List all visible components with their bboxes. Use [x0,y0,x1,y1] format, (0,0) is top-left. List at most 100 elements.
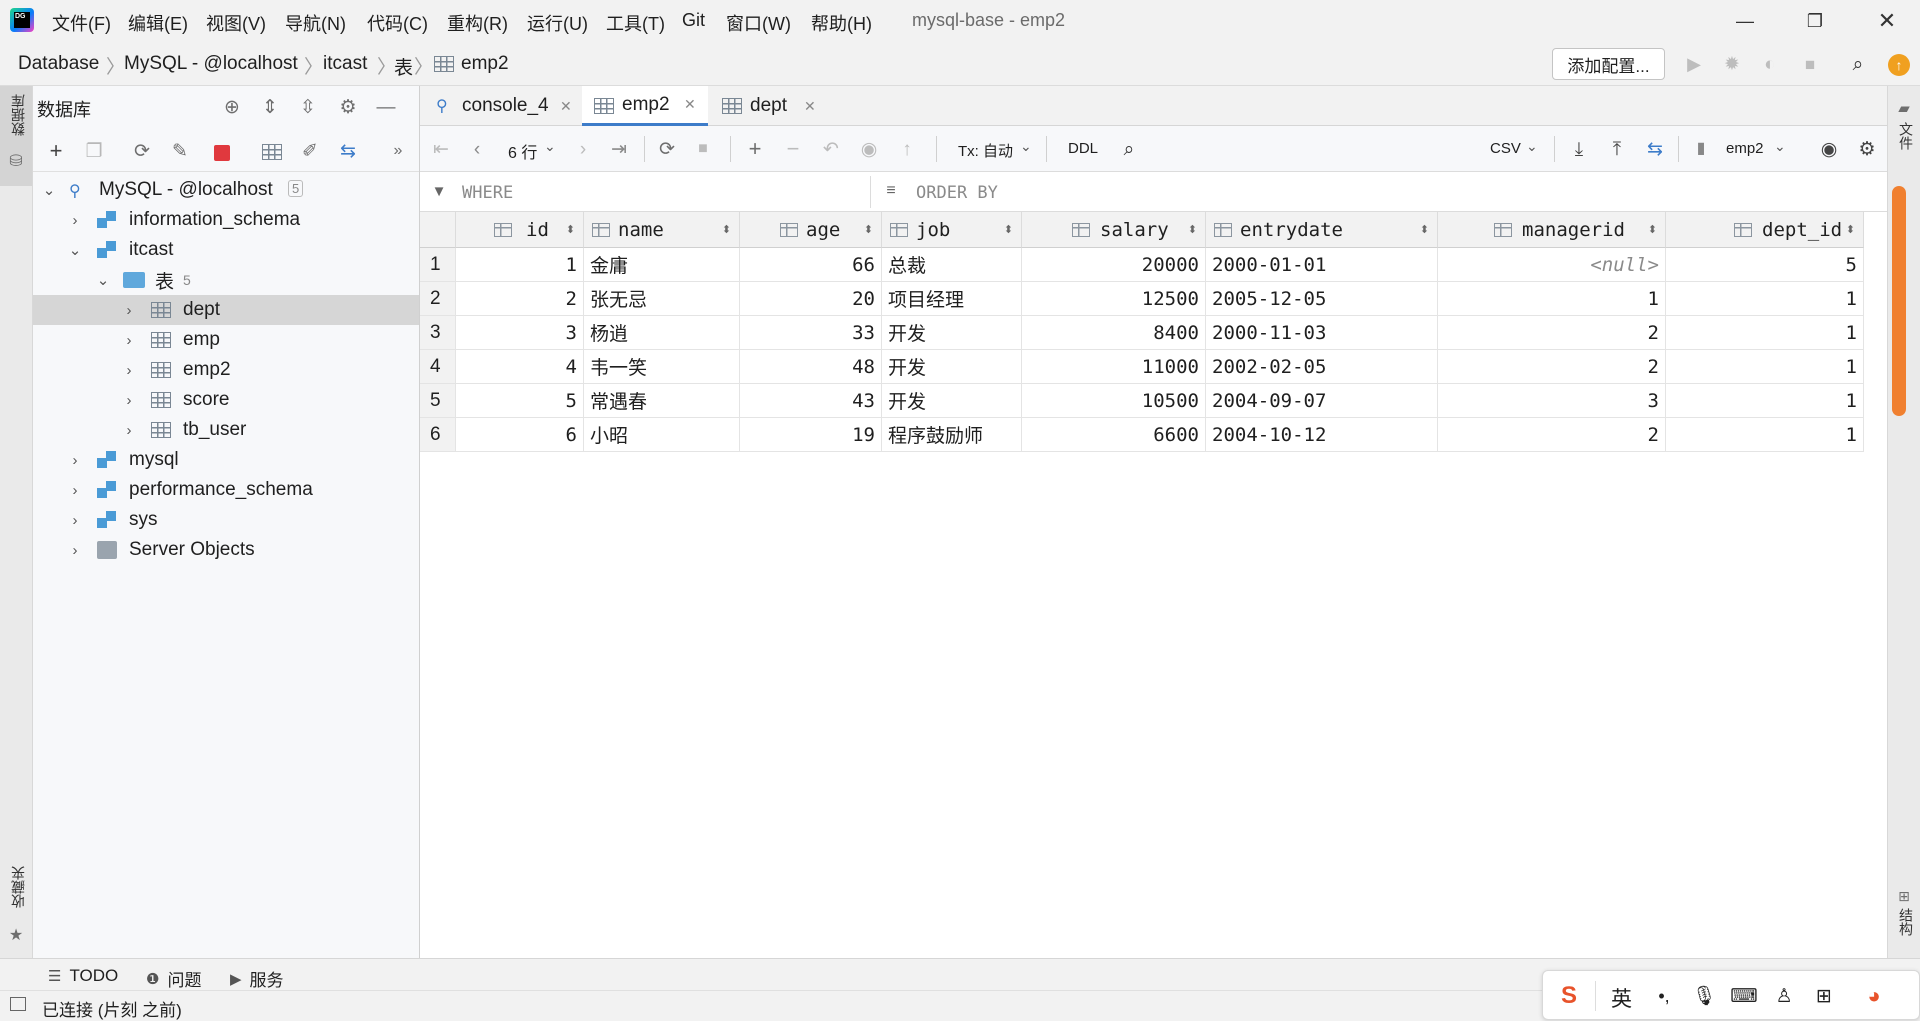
column-header[interactable]: entrydate ⬍ [1206,212,1438,248]
column-header[interactable]: job ⬍ [882,212,1022,248]
cell-age[interactable]: 48 [740,350,882,384]
keyboard-icon[interactable]: ⌨ [1730,983,1757,1009]
settings-icon[interactable]: ⚙ [335,94,361,120]
tree-table-item[interactable]: › emp2 [33,355,419,385]
cell-id[interactable]: 4 [456,350,584,384]
cell-job[interactable]: 开发 [882,384,1022,418]
where-input[interactable]: WHERE [462,183,513,203]
chevron-down-icon[interactable]: ⌄ [1526,138,1538,155]
tree-schema[interactable]: ⌄ itcast [33,235,419,265]
cell-age[interactable]: 20 [740,282,882,316]
tree-table-item[interactable]: › dept [33,295,419,325]
tree-schema[interactable]: › sys [33,505,419,535]
cell-dept-id[interactable]: 1 [1666,282,1864,316]
cell-job[interactable]: 开发 [882,350,1022,384]
chevron-right-icon[interactable]: › [67,542,83,559]
copy-icon[interactable]: ❐ [81,138,107,164]
cell-salary[interactable]: 20000 [1022,248,1206,282]
folder-icon[interactable]: ▰ [1894,98,1914,118]
cell-entrydate[interactable]: 2002-02-05 [1206,350,1438,384]
sort-icon[interactable]: ⬍ [1004,223,1013,236]
skin-icon[interactable]: ♙ [1771,983,1797,1009]
minimize-icon[interactable]: — [1730,8,1760,34]
sort-icon[interactable]: ⬍ [1188,223,1197,236]
column-header[interactable]: id ⬍ [456,212,584,248]
todo-tool-button[interactable]: ☰ TODO [48,966,118,986]
cell-dept-id[interactable]: 1 [1666,418,1864,452]
last-page-icon[interactable]: ⇥ [606,136,632,162]
row-number[interactable]: 6 [420,418,456,452]
menu-edit[interactable]: 编辑(E) [128,10,188,36]
tree-schema[interactable]: › performance_schema [33,475,419,505]
hide-panel-icon[interactable]: — [373,94,399,120]
row-number[interactable]: 5 [420,384,456,418]
cell-entrydate[interactable]: 2004-09-07 [1206,384,1438,418]
chevron-down-icon[interactable]: ⌄ [67,241,83,259]
chevron-down-icon[interactable]: ⌄ [41,181,57,199]
chevron-right-icon[interactable]: › [67,212,83,229]
cell-name[interactable]: 小昭 [584,418,740,452]
column-header[interactable]: salary ⬍ [1022,212,1206,248]
tree-table-item[interactable]: › tb_user [33,415,419,445]
compare-icon[interactable]: ⇆ [1642,136,1668,162]
cell-name[interactable]: 韦一笑 [584,350,740,384]
next-page-icon[interactable]: › [570,136,596,162]
chevron-right-icon[interactable]: › [121,422,137,439]
column-header[interactable]: name ⬍ [584,212,740,248]
database-tool-tab[interactable]: ⛁ 数据库 [0,86,32,186]
menu-git[interactable]: Git [682,10,705,31]
refresh-icon[interactable]: ⟳ [654,136,680,162]
tab-emp2[interactable]: emp2 ✕ [582,86,708,126]
chevron-right-icon[interactable]: › [121,302,137,319]
cell-id[interactable]: 1 [456,248,584,282]
update-icon[interactable]: ↑ [1888,54,1910,76]
sort-icon[interactable]: ⬍ [1846,223,1855,236]
cell-id[interactable]: 6 [456,418,584,452]
favorites-tab-label[interactable]: 收藏夹 [8,866,28,908]
menu-refactor[interactable]: 重构(R) [447,10,508,36]
export-format-selector[interactable]: CSV [1490,140,1521,157]
eye-icon[interactable]: ◉ [1816,136,1842,162]
cell-managerid[interactable]: 2 [1438,316,1666,350]
close-tab-icon[interactable]: ✕ [804,98,816,115]
cell-name[interactable]: 张无忌 [584,282,740,316]
tree-connection[interactable]: ⌄ ⚲ MySQL - @localhost 5 [33,175,419,205]
settings-icon[interactable]: ⚙ [1854,136,1880,162]
tab-dept[interactable]: dept ✕ [712,86,832,126]
cell-dept-id[interactable]: 5 [1666,248,1864,282]
jump-icon[interactable]: ⇆ [335,138,361,164]
chevron-down-icon[interactable]: ⌄ [95,271,111,289]
chevron-right-icon[interactable]: › [121,332,137,349]
menu-window[interactable]: 窗口(W) [726,10,791,36]
add-icon[interactable]: + [43,138,69,164]
cell-job[interactable]: 程序鼓励师 [882,418,1022,452]
menu-file[interactable]: 文件(F) [52,10,111,36]
cell-entrydate[interactable]: 2000-11-03 [1206,316,1438,350]
cell-job[interactable]: 总裁 [882,248,1022,282]
tab-console[interactable]: ⚲ console_4 ✕ [426,86,580,126]
edit-icon[interactable]: ✐ [297,138,323,164]
cell-managerid[interactable]: 2 [1438,350,1666,384]
toolbox-icon[interactable]: ⊞ [1811,983,1837,1009]
column-header[interactable]: dept_id ⬍ [1666,212,1864,248]
cell-managerid[interactable]: 2 [1438,418,1666,452]
view-query-icon[interactable]: ◉ [856,136,882,162]
row-number[interactable]: 2 [420,282,456,316]
scrollbar-marker[interactable] [1892,186,1906,416]
sort-icon[interactable]: ⬍ [722,223,731,236]
rows-count-selector[interactable]: 6 行 [508,139,537,163]
close-icon[interactable]: ✕ [1872,8,1902,34]
ime-logo-icon[interactable]: S [1555,983,1583,1009]
column-header[interactable]: managerid ⬍ [1438,212,1666,248]
stop-icon[interactable]: ■ [690,136,716,162]
cell-salary[interactable]: 12500 [1022,282,1206,316]
sort-icon[interactable]: ⬍ [1420,223,1429,236]
download-icon[interactable]: ⤓ [1566,136,1592,162]
cell-salary[interactable]: 8400 [1022,316,1206,350]
run-icon[interactable]: ▶ [1682,52,1706,76]
cell-age[interactable]: 19 [740,418,882,452]
first-page-icon[interactable]: ⇤ [428,136,454,162]
stop-icon[interactable] [214,145,230,161]
cell-dept-id[interactable]: 1 [1666,350,1864,384]
cell-salary[interactable]: 6600 [1022,418,1206,452]
